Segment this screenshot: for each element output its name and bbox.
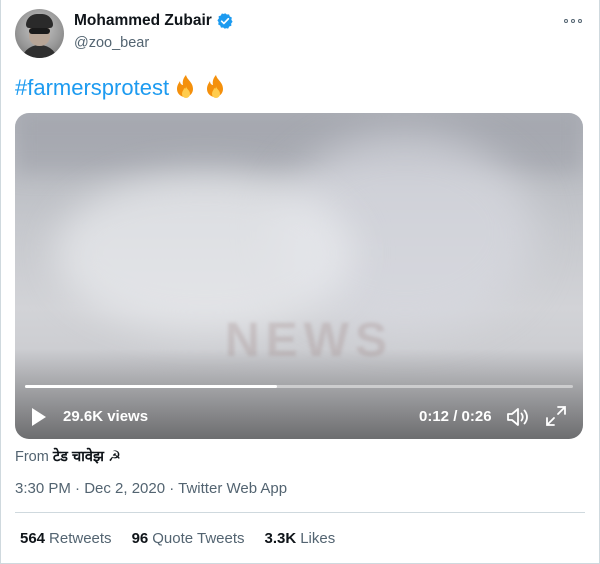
video-progress-bar[interactable] (25, 385, 573, 388)
fullscreen-icon[interactable] (545, 405, 567, 427)
likes-stat[interactable]: 3.3K Likes (265, 530, 336, 547)
play-icon[interactable] (31, 407, 47, 427)
source-prefix: From (15, 449, 49, 465)
video-view-count: 29.6K views (63, 408, 149, 425)
likes-count: 3.3K (264, 530, 297, 547)
quote-tweets-label: Quote Tweets (152, 530, 245, 547)
tweet-timestamp[interactable]: 3:30 PM · Dec 2, 2020 · Twitter Web App (15, 480, 287, 497)
fire-icon (177, 75, 194, 98)
avatar[interactable] (15, 9, 64, 58)
author-name-row[interactable]: Mohammed Zubair (74, 12, 234, 30)
verified-badge-icon (217, 13, 233, 29)
fire-icon (207, 75, 224, 98)
retweets-stat[interactable]: 564 Retweets (20, 530, 112, 547)
engagement-stats: 564 Retweets 96 Quote Tweets 3.3K Likes (20, 530, 335, 547)
video-source: From टेड चावेझ ☭ (15, 446, 121, 466)
hashtag-link[interactable]: #farmersprotest (15, 75, 169, 101)
tweet-text: #farmersprotest (15, 74, 229, 102)
more-options-icon[interactable] (564, 14, 584, 28)
video-progress-fill (25, 385, 278, 388)
video-time: 0:12 / 0:26 (419, 408, 492, 425)
source-account-link[interactable]: टेड चावेझ ☭ (53, 449, 121, 465)
video-player[interactable]: NEWS 29.6K views 0:12 / 0:26 (15, 113, 583, 439)
retweets-label: Retweets (49, 530, 112, 547)
divider (15, 512, 585, 513)
author-handle[interactable]: @zoo_bear (74, 35, 149, 51)
retweets-count: 564 (20, 530, 46, 547)
quote-tweets-stat[interactable]: 96 Quote Tweets (132, 530, 245, 547)
volume-icon[interactable] (506, 406, 530, 428)
author-display-name[interactable]: Mohammed Zubair (74, 12, 212, 30)
likes-label: Likes (300, 530, 336, 547)
quote-tweets-count: 96 (131, 530, 149, 547)
